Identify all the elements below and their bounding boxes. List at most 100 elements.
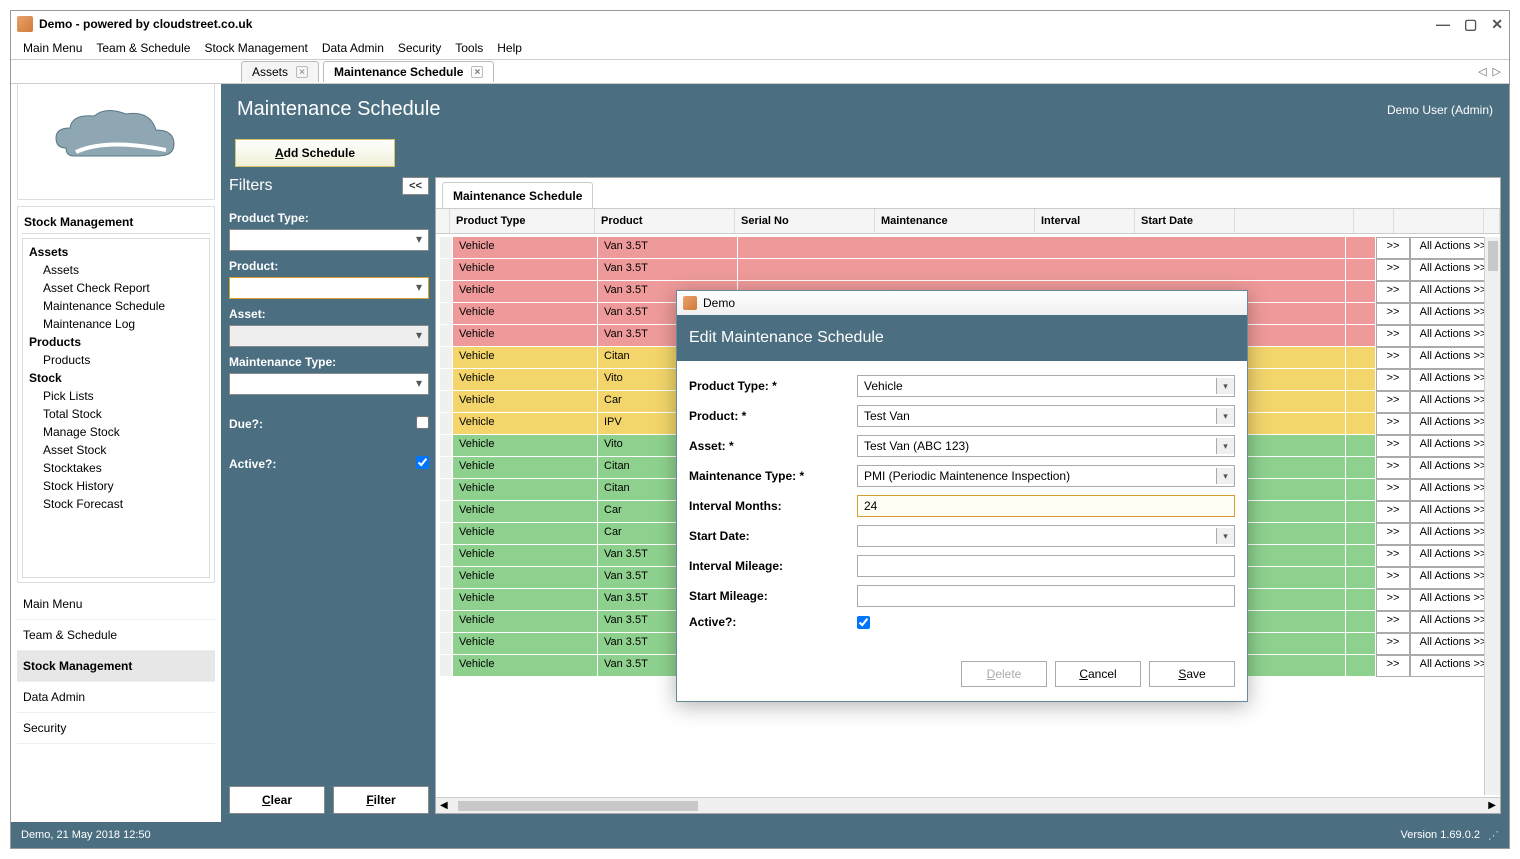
menubar: Main MenuTeam & ScheduleStock Management… [11, 37, 1509, 60]
logo [17, 70, 215, 200]
close-tab-icon[interactable]: × [471, 66, 483, 78]
navlink-team-schedule[interactable]: Team & Schedule [17, 620, 215, 651]
nav-asset-check-report[interactable]: Asset Check Report [25, 279, 207, 297]
row-action-expand[interactable]: >> [1376, 545, 1410, 567]
menu-team-schedule[interactable]: Team & Schedule [90, 39, 196, 57]
dlg-asset-label: Asset: * [689, 439, 857, 453]
filter-due-checkbox[interactable] [416, 416, 429, 429]
menu-data-admin[interactable]: Data Admin [316, 39, 390, 57]
delete-button[interactable]: Delete [961, 661, 1047, 687]
row-action-expand[interactable]: >> [1376, 611, 1410, 633]
filter-maint-type-select[interactable]: ▾ [229, 373, 429, 395]
navlink-main-menu[interactable]: Main Menu [17, 589, 215, 620]
tab-prev[interactable]: ◁ [1478, 65, 1486, 78]
dlg-asset-select[interactable]: Test Van (ABC 123)▾ [857, 435, 1235, 457]
row-action-expand[interactable]: >> [1376, 457, 1410, 479]
app-icon [17, 16, 33, 32]
titlebar: Demo - powered by cloudstreet.co.uk — ▢ … [11, 11, 1509, 37]
dlg-interval-mileage-input[interactable] [857, 555, 1235, 577]
collapse-filters-button[interactable]: << [402, 177, 429, 195]
nav-stocktakes[interactable]: Stocktakes [25, 459, 207, 477]
dlg-product-type-label: Product Type: * [689, 379, 857, 393]
navlink-stock-management[interactable]: Stock Management [17, 651, 215, 682]
cancel-button[interactable]: Cancel [1055, 661, 1141, 687]
nav-pick-lists[interactable]: Pick Lists [25, 387, 207, 405]
add-schedule-button[interactable]: Add Schedule [235, 139, 395, 167]
close-button[interactable]: ✕ [1491, 16, 1503, 33]
grid-tab[interactable]: Maintenance Schedule [442, 182, 593, 209]
nav-maintenance-schedule[interactable]: Maintenance Schedule [25, 297, 207, 315]
row-action-expand[interactable]: >> [1376, 237, 1410, 259]
nav-assets[interactable]: Assets [25, 261, 207, 279]
row-action-expand[interactable]: >> [1376, 347, 1410, 369]
grid-header: Product Type Product Serial No Maintenan… [436, 209, 1500, 234]
filter-active-label: Active?: [229, 457, 276, 471]
menu-tools[interactable]: Tools [449, 39, 489, 57]
statusbar: Demo, 21 May 2018 12:50 Version 1.69.0.2… [11, 822, 1509, 848]
nav-maintenance-log[interactable]: Maintenance Log [25, 315, 207, 333]
close-tab-icon[interactable]: × [296, 66, 308, 78]
dlg-product-select[interactable]: Test Van▾ [857, 405, 1235, 427]
table-row[interactable]: VehicleVan 3.5T>>All Actions >> [440, 259, 1496, 281]
filter-product-select[interactable]: ▾ [229, 277, 429, 299]
row-action-expand[interactable]: >> [1376, 523, 1410, 545]
row-action-expand[interactable]: >> [1376, 633, 1410, 655]
row-action-expand[interactable]: >> [1376, 369, 1410, 391]
navlink-data-admin[interactable]: Data Admin [17, 682, 215, 713]
maximize-button[interactable]: ▢ [1464, 16, 1477, 33]
filters-title: Filters [229, 177, 273, 195]
nav-stock-forecast[interactable]: Stock Forecast [25, 495, 207, 513]
menu-stock-management[interactable]: Stock Management [198, 39, 313, 57]
nav-stock-history[interactable]: Stock History [25, 477, 207, 495]
row-action-expand[interactable]: >> [1376, 303, 1410, 325]
dlg-active-checkbox[interactable] [857, 616, 870, 629]
nav-stock[interactable]: Stock [25, 369, 207, 387]
tab-next[interactable]: ▷ [1493, 65, 1501, 78]
nav-assets[interactable]: Assets [25, 243, 207, 261]
dlg-start-date-label: Start Date: [689, 529, 857, 543]
row-action-expand[interactable]: >> [1376, 391, 1410, 413]
row-action-expand[interactable]: >> [1376, 281, 1410, 303]
filter-product-label: Product: [229, 259, 429, 273]
row-action-expand[interactable]: >> [1376, 655, 1410, 677]
navlink-security[interactable]: Security [17, 713, 215, 744]
sidebar-bottom-links: Main MenuTeam & ScheduleStock Management… [17, 589, 215, 744]
menu-security[interactable]: Security [392, 39, 447, 57]
row-action-expand[interactable]: >> [1376, 435, 1410, 457]
filter-product-type-select[interactable]: Vehicle▾ [229, 229, 429, 251]
nav-manage-stock[interactable]: Manage Stock [25, 423, 207, 441]
row-action-expand[interactable]: >> [1376, 501, 1410, 523]
row-action-expand[interactable]: >> [1376, 479, 1410, 501]
filter-product-type-label: Product Type: [229, 211, 429, 225]
vertical-scrollbar[interactable] [1484, 237, 1500, 795]
row-action-expand[interactable]: >> [1376, 259, 1410, 281]
menu-help[interactable]: Help [491, 39, 528, 57]
row-action-expand[interactable]: >> [1376, 589, 1410, 611]
dlg-interval-months-input[interactable] [857, 495, 1235, 517]
save-button[interactable]: Save [1149, 661, 1235, 687]
nav-products[interactable]: Products [25, 333, 207, 351]
doctab-assets[interactable]: Assets× [241, 61, 319, 82]
table-row[interactable]: VehicleVan 3.5T>>All Actions >> [440, 237, 1496, 259]
nav-products[interactable]: Products [25, 351, 207, 369]
doctab-maintenance-schedule[interactable]: Maintenance Schedule× [323, 61, 494, 82]
dlg-start-mileage-input[interactable] [857, 585, 1235, 607]
dlg-product-type-select[interactable]: Vehicle▾ [857, 375, 1235, 397]
horizontal-scrollbar[interactable]: ◀▶ [436, 797, 1500, 813]
dialog-titlebar: Demo [677, 291, 1247, 315]
nav-total-stock[interactable]: Total Stock [25, 405, 207, 423]
row-action-expand[interactable]: >> [1376, 325, 1410, 347]
filter-asset-select[interactable]: ▾ [229, 325, 429, 347]
sidebar-section-title: Stock Management [22, 211, 210, 234]
filter-active-checkbox[interactable] [416, 456, 429, 469]
minimize-button[interactable]: — [1436, 16, 1450, 33]
row-action-expand[interactable]: >> [1376, 567, 1410, 589]
clear-button[interactable]: Clear [229, 786, 325, 814]
row-action-expand[interactable]: >> [1376, 413, 1410, 435]
nav-asset-stock[interactable]: Asset Stock [25, 441, 207, 459]
sidebar: Stock Management AssetsAssetsAsset Check… [11, 84, 221, 822]
dlg-start-date-select[interactable]: ▾ [857, 525, 1235, 547]
filter-button[interactable]: Filter [333, 786, 429, 814]
menu-main-menu[interactable]: Main Menu [17, 39, 88, 57]
dlg-maint-type-select[interactable]: PMI (Periodic Maintenence Inspection)▾ [857, 465, 1235, 487]
